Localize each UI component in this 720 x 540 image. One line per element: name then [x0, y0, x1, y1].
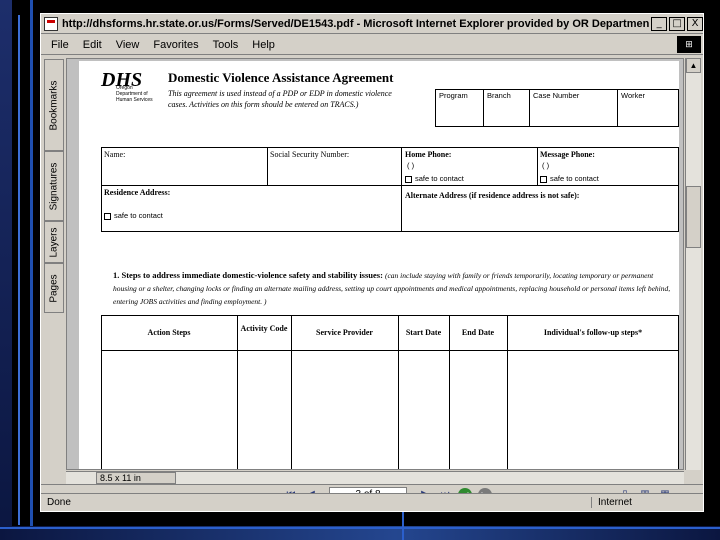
col-end-date: End Date	[461, 328, 495, 337]
safe-to-contact-checkbox[interactable]	[405, 175, 412, 183]
acrobat-sidebar: Bookmarks Signatures Layers Pages	[43, 59, 65, 473]
worker-field-label: Worker	[621, 91, 646, 100]
tab-signatures[interactable]: Signatures	[44, 151, 64, 221]
col-start-date: Start Date	[405, 328, 442, 337]
message-safe-to-contact: safe to contact	[540, 174, 599, 183]
menu-help[interactable]: Help	[252, 39, 275, 51]
row-divider	[101, 185, 679, 186]
slide-accent-line	[18, 15, 20, 525]
table-header-divider	[101, 350, 679, 351]
header-divider	[483, 89, 484, 127]
menu-file[interactable]: File	[51, 39, 69, 51]
slide-accent-line-2	[30, 0, 33, 540]
col-divider	[401, 147, 402, 232]
alternate-address-label: Alternate Address (if residence address …	[405, 191, 580, 200]
col-service-provider: Service Provider	[316, 328, 373, 337]
menu-bar: File Edit View Favorites Tools Help ⊞	[41, 35, 703, 55]
table-col-divider	[291, 315, 292, 469]
tab-bookmarks[interactable]: Bookmarks	[44, 59, 64, 151]
menu-edit[interactable]: Edit	[83, 39, 102, 51]
col-divider	[267, 147, 268, 185]
logo-subtext: Oregon Department of Human Services	[116, 85, 153, 103]
col-follow-up-steps: Individual's follow-up steps*	[543, 328, 643, 337]
safe-to-contact-text: safe to contact	[415, 174, 464, 183]
scroll-thumb[interactable]	[686, 186, 701, 248]
minimize-button[interactable]: _	[651, 16, 668, 31]
col-action-steps: Action Steps	[147, 328, 191, 337]
header-divider	[529, 89, 530, 127]
safe-to-contact-checkbox[interactable]	[540, 175, 547, 183]
page-size-display: 8.5 x 11 in	[96, 472, 176, 484]
step1-title: 1. Steps to address immediate domestic-v…	[113, 270, 383, 280]
slide-accent-line-h	[0, 527, 720, 529]
safe-to-contact-text: safe to contact	[550, 174, 599, 183]
windows-logo-icon: ⊞	[677, 36, 701, 53]
status-text: Done	[47, 497, 71, 508]
maximize-button[interactable]: □	[669, 16, 686, 31]
name-label: Name:	[104, 150, 126, 159]
close-button[interactable]: X	[687, 16, 703, 31]
case-number-field-label: Case Number	[533, 91, 580, 100]
message-phone-parens: ( )	[542, 161, 550, 170]
col-activity-code: Activity Code	[240, 324, 288, 333]
ie-page-icon	[44, 16, 58, 31]
status-bar: Done Internet	[41, 493, 703, 511]
home-phone-parens: ( )	[407, 161, 415, 170]
tab-bookmarks-label: Bookmarks	[48, 79, 60, 131]
tab-signatures-label: Signatures	[48, 162, 60, 210]
residence-safe-to-contact: safe to contact	[104, 211, 163, 220]
window-title: http://dhsforms.hr.state.or.us/Forms/Ser…	[61, 17, 650, 30]
safe-to-contact-text: safe to contact	[114, 211, 163, 220]
form-subtitle: This agreement is used instead of a PDP …	[168, 89, 392, 109]
tab-pages[interactable]: Pages	[44, 263, 64, 313]
residence-address-label: Residence Address:	[104, 188, 171, 197]
ssn-label: Social Security Number:	[270, 150, 350, 159]
browser-window: http://dhsforms.hr.state.or.us/Forms/Ser…	[40, 13, 704, 512]
safe-to-contact-checkbox[interactable]	[104, 212, 111, 220]
message-phone-label: Message Phone:	[540, 150, 595, 159]
security-zone: Internet	[591, 497, 632, 508]
pdf-page: DHS Oregon Department of Human Services …	[79, 61, 679, 469]
table-col-divider	[398, 315, 399, 469]
home-phone-label: Home Phone:	[405, 150, 452, 159]
step1-text: 1. Steps to address immediate domestic-v…	[113, 269, 673, 308]
vertical-scrollbar[interactable]: ▲	[685, 58, 701, 470]
home-safe-to-contact: safe to contact	[405, 174, 464, 183]
table-col-divider	[237, 315, 238, 469]
action-steps-table	[101, 315, 679, 469]
document-viewer[interactable]: DHS Oregon Department of Human Services …	[66, 58, 684, 470]
tab-pages-label: Pages	[48, 273, 60, 303]
header-divider	[617, 89, 618, 127]
tab-layers-label: Layers	[48, 226, 60, 258]
horizontal-scrollbar[interactable]: 8.5 x 11 in	[66, 471, 684, 484]
tab-layers[interactable]: Layers	[44, 221, 64, 263]
scroll-up-icon[interactable]: ▲	[686, 58, 701, 73]
slide-left-bar	[0, 0, 12, 540]
table-col-divider	[449, 315, 450, 469]
branch-field-label: Branch	[487, 91, 511, 100]
menu-favorites[interactable]: Favorites	[153, 39, 198, 51]
menu-view[interactable]: View	[116, 39, 140, 51]
form-title: Domestic Violence Assistance Agreement	[168, 70, 394, 85]
menu-tools[interactable]: Tools	[213, 39, 239, 51]
personal-info-box	[101, 147, 679, 232]
program-field-label: Program	[439, 91, 468, 100]
title-bar: http://dhsforms.hr.state.or.us/Forms/Ser…	[41, 14, 703, 34]
col-divider	[537, 147, 538, 185]
table-col-divider	[507, 315, 508, 469]
